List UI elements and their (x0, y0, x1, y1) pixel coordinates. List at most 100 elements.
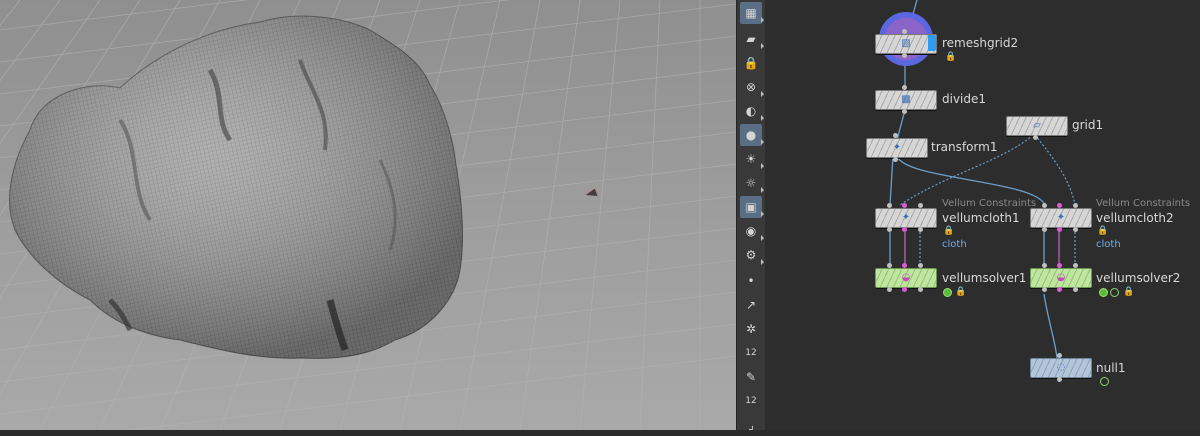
output-port[interactable] (902, 53, 907, 58)
submenu-arrow-icon[interactable] (761, 187, 764, 193)
input-port[interactable] (887, 203, 892, 208)
corner-button[interactable]: ⌟ (740, 414, 762, 436)
3d-viewport[interactable] (0, 0, 736, 430)
output-port[interactable] (1042, 227, 1047, 232)
submenu-arrow-icon[interactable] (761, 91, 764, 97)
submenu-arrow-icon[interactable] (761, 211, 764, 217)
output-port[interactable] (902, 227, 907, 232)
input-port[interactable] (918, 203, 923, 208)
lock-icon[interactable]: 🔒 (943, 226, 954, 236)
output-port[interactable] (1042, 287, 1047, 292)
output-port[interactable] (1073, 287, 1078, 292)
camera-light-button[interactable]: ☼ (740, 172, 764, 194)
light-button[interactable]: ● (740, 124, 764, 146)
node-vellumsolver2[interactable]: ◒ (1030, 268, 1092, 288)
background-button[interactable]: ▣ (740, 196, 764, 218)
output-port[interactable] (1057, 377, 1062, 382)
output-port[interactable] (902, 109, 907, 114)
visibility-button[interactable]: ◉ (740, 220, 764, 242)
input-port[interactable] (1042, 263, 1047, 268)
node-label[interactable]: vellumcloth2 (1096, 211, 1174, 225)
node-transform1[interactable]: ✦ (866, 138, 928, 158)
status-ok-icon (1099, 288, 1108, 297)
select-mode-button[interactable]: ▦ (740, 2, 764, 24)
input-port[interactable] (902, 29, 907, 34)
input-port[interactable] (887, 263, 892, 268)
corner-icon: ⌟ (748, 418, 754, 432)
node-label[interactable]: vellumsolver1 (942, 271, 1026, 285)
prim-numbers-button[interactable]: 12 (740, 390, 762, 412)
output-port[interactable] (887, 227, 892, 232)
headlight-icon: ☀ (745, 152, 757, 166)
display-flag[interactable] (928, 35, 936, 51)
submenu-arrow-icon[interactable] (761, 139, 764, 145)
node-divide1[interactable]: ▩ (875, 90, 937, 110)
node-label[interactable]: vellumcloth1 (942, 211, 1020, 225)
input-port[interactable] (1057, 263, 1062, 268)
point-button[interactable]: • (740, 270, 762, 292)
lock-icon[interactable]: 🔒 (945, 52, 956, 62)
input-port[interactable] (902, 263, 907, 268)
input-port[interactable] (1073, 263, 1078, 268)
status-ring-icon (1100, 377, 1109, 386)
pose-tool-button[interactable]: ▰ (740, 28, 764, 50)
node-label[interactable]: grid1 (1072, 118, 1103, 132)
lock-icon[interactable]: 🔒 (1097, 226, 1108, 236)
pose-tool-icon: ▰ (746, 32, 756, 46)
output-port[interactable] (1073, 227, 1078, 232)
lock-icon[interactable]: 🔒 (1123, 287, 1134, 297)
output-port[interactable] (887, 287, 892, 292)
shading-button[interactable]: ◐ (740, 100, 764, 122)
input-port[interactable] (1057, 353, 1062, 358)
node-vellumcloth1[interactable]: ✦ (875, 208, 937, 228)
output-port[interactable] (893, 157, 898, 162)
node-label[interactable]: vellumsolver2 (1096, 271, 1180, 285)
input-port[interactable] (893, 133, 898, 138)
paint-button[interactable]: ✎ (740, 366, 762, 388)
output-port[interactable] (918, 227, 923, 232)
node-label[interactable]: divide1 (942, 92, 986, 106)
submenu-arrow-icon[interactable] (761, 235, 764, 241)
output-port[interactable] (918, 287, 923, 292)
node-grid1[interactable]: ▱ (1006, 116, 1068, 136)
shading-icon: ◐ (745, 104, 757, 118)
output-port[interactable] (902, 287, 907, 292)
vellum-solver-icon: ◒ (1056, 272, 1066, 283)
lock-icon[interactable]: 🔒 (955, 287, 966, 297)
null-icon: ◌ (1056, 362, 1066, 373)
output-port[interactable] (1057, 287, 1062, 292)
submenu-arrow-icon[interactable] (761, 163, 764, 169)
normal-button[interactable]: ↗ (740, 294, 762, 316)
lock-button[interactable]: 🔒 (740, 52, 762, 74)
node-vellumsolver1[interactable]: ◒ (875, 268, 937, 288)
node-type-label: Vellum Constraints (1096, 198, 1191, 209)
node-vellumcloth2[interactable]: ✦ (1030, 208, 1092, 228)
submenu-arrow-icon[interactable] (761, 115, 764, 121)
input-port[interactable] (918, 263, 923, 268)
point-numbers-button[interactable]: 12 (740, 342, 762, 364)
output-port[interactable] (1057, 227, 1062, 232)
pin-button[interactable]: ✲ (740, 318, 762, 340)
submenu-arrow-icon[interactable] (761, 43, 764, 49)
node-label[interactable]: transform1 (931, 140, 997, 154)
output-port[interactable] (1033, 135, 1038, 140)
input-port[interactable] (1042, 203, 1047, 208)
display-options-button[interactable]: ⚙ (740, 244, 764, 266)
status-ok-icon (943, 288, 952, 297)
status-ring-icon (1110, 288, 1119, 297)
submenu-arrow-icon[interactable] (761, 17, 764, 23)
vellum-solver-icon: ◒ (901, 272, 911, 283)
node-label[interactable]: remeshgrid2 (942, 36, 1018, 50)
node-label[interactable]: null1 (1096, 361, 1126, 375)
input-port[interactable] (902, 85, 907, 90)
input-port[interactable] (902, 203, 907, 208)
input-port[interactable] (1073, 203, 1078, 208)
headlight-button[interactable]: ☀ (740, 148, 764, 170)
network-editor[interactable]: ▧ remeshgrid2 🔒 ▩ divide1 ▱ grid1 ✦ transform1 ✦ v… (765, 0, 1200, 430)
submenu-arrow-icon[interactable] (761, 259, 764, 265)
node-remeshgrid2[interactable]: ▧ (875, 34, 937, 54)
transform-icon: ✦ (892, 142, 902, 153)
ghost-button[interactable]: ⊗ (740, 76, 764, 98)
input-port[interactable] (1057, 203, 1062, 208)
node-null1[interactable]: ◌ (1030, 358, 1092, 378)
